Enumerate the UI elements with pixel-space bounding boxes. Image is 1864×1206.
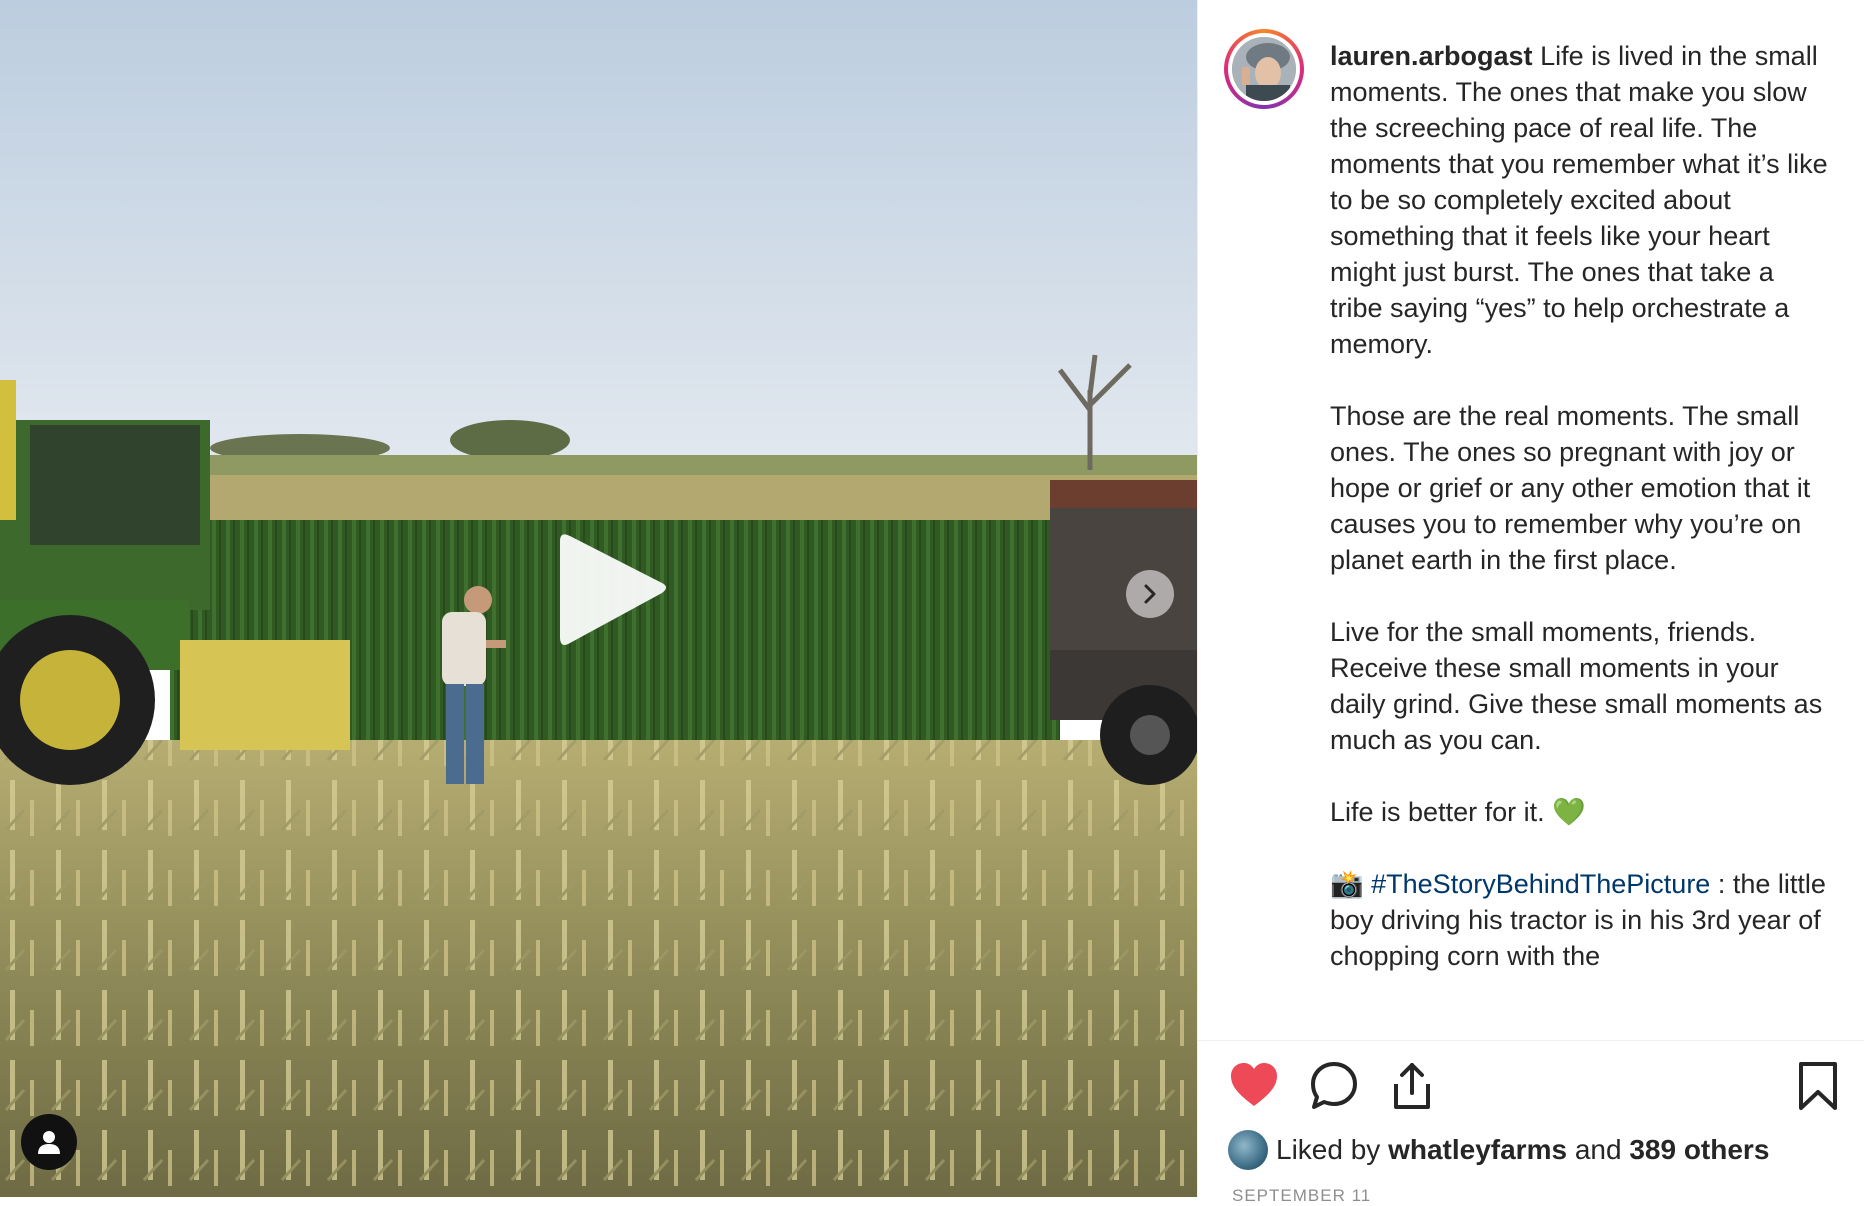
comment-button[interactable]: [1308, 1060, 1364, 1116]
play-icon: [560, 534, 666, 645]
comment-icon: [1311, 1062, 1357, 1109]
chevron-right-icon: [1144, 584, 1156, 604]
likes-summary: Liked by whatleyfarms and 389 others: [1228, 1128, 1769, 1172]
post-details-panel: lauren.arbogast Life is lived in the sma…: [1198, 0, 1864, 1205]
share-button[interactable]: [1386, 1060, 1442, 1116]
save-button[interactable]: [1792, 1060, 1848, 1116]
heart-icon: [1231, 1063, 1277, 1106]
action-bar: [1228, 1060, 1848, 1120]
likes-others-link[interactable]: 389 others: [1629, 1134, 1769, 1166]
caption-paragraph-2: Those are the real moments. The small on…: [1330, 401, 1818, 575]
like-button[interactable]: [1228, 1060, 1284, 1116]
likes-prefix: Liked by: [1276, 1134, 1381, 1165]
actions-divider: [1198, 1040, 1864, 1041]
truck: [1050, 480, 1197, 785]
liker-username[interactable]: whatleyfarms: [1388, 1134, 1567, 1166]
user-tag-icon: [38, 1131, 60, 1154]
liker-avatar[interactable]: [1228, 1130, 1268, 1170]
hashtag-link[interactable]: #TheStoryBehindThePicture: [1371, 869, 1710, 899]
caption-paragraph-4: Life is better for it.: [1330, 797, 1545, 827]
post-date[interactable]: SEPTEMBER 11: [1232, 1186, 1371, 1206]
green-heart-emoji: 💚: [1552, 797, 1586, 827]
author-avatar[interactable]: [1224, 29, 1304, 109]
post-caption: lauren.arbogast Life is lived in the sma…: [1330, 38, 1830, 1028]
user-tags-button[interactable]: [21, 1114, 77, 1170]
camera-emoji: 📸: [1330, 869, 1364, 899]
post-media[interactable]: [0, 0, 1197, 1197]
next-media-button[interactable]: [1126, 570, 1174, 618]
author-photo: [1232, 37, 1296, 101]
bookmark-icon: [1799, 1062, 1837, 1110]
share-icon: [1394, 1063, 1430, 1109]
likes-conjunction: and: [1574, 1134, 1622, 1165]
author-username[interactable]: lauren.arbogast: [1330, 41, 1533, 71]
caption-paragraph-3: Live for the small moments, friends. Rec…: [1330, 617, 1830, 755]
play-button[interactable]: [540, 525, 670, 655]
caption-paragraph-1: Life is lived in the small moments. The …: [1330, 41, 1828, 359]
